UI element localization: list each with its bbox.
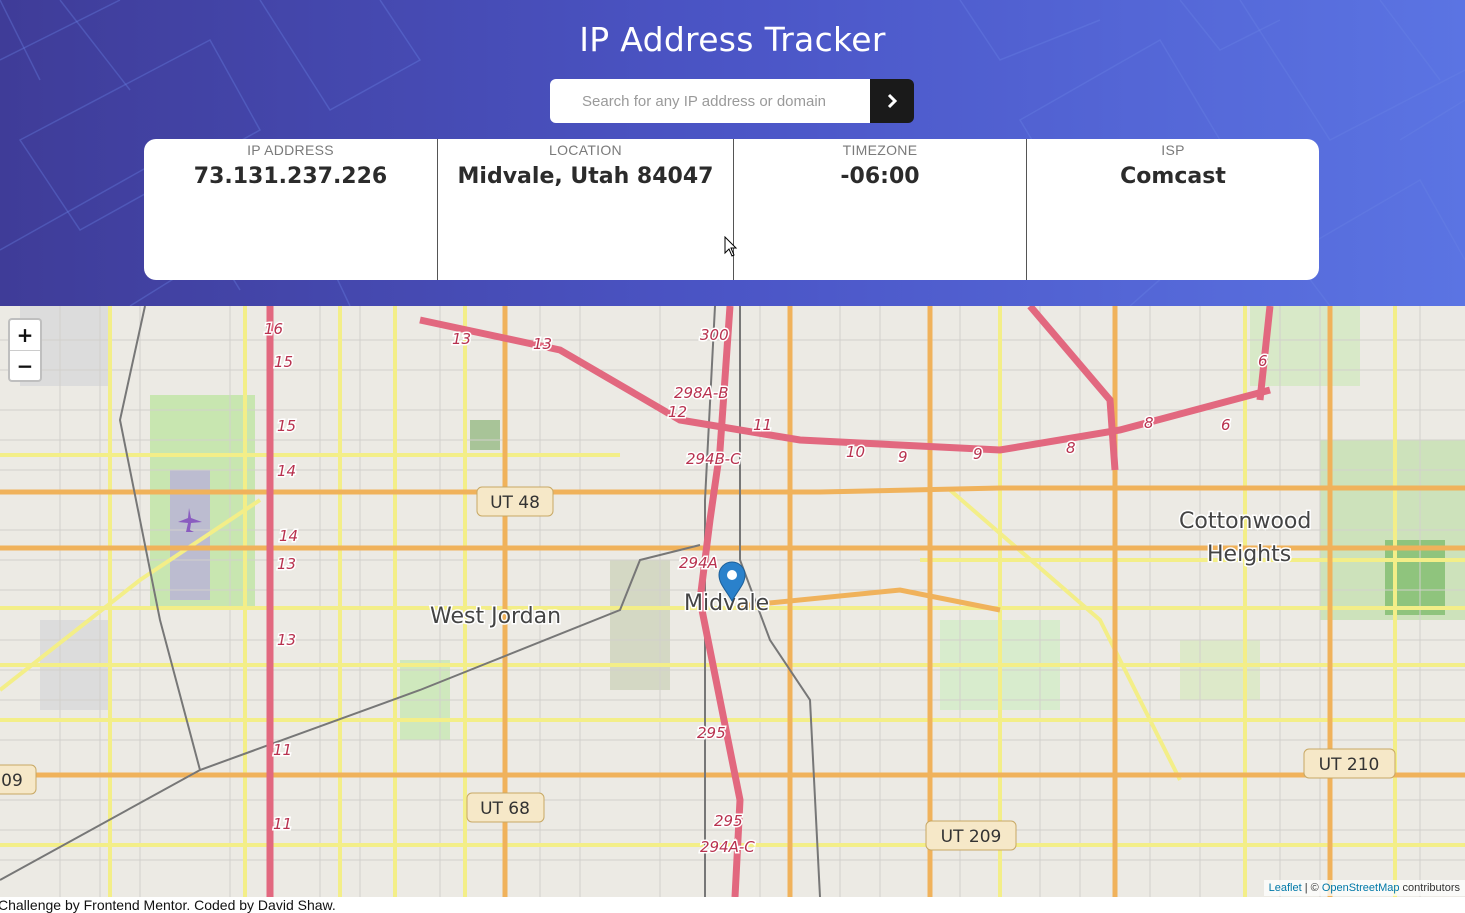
route-label: 10 — [846, 443, 865, 461]
info-label: IP ADDRESS — [247, 142, 334, 158]
place-labels: West Jordan Midvale Cottonwood Heights — [429, 508, 1313, 631]
route-label: 294B-C — [686, 450, 741, 468]
svg-text:UT 210: UT 210 — [1319, 755, 1380, 775]
search-submit-button[interactable] — [870, 79, 914, 123]
openstreetmap-link[interactable]: OpenStreetMap — [1322, 882, 1400, 894]
zoom-in-button[interactable]: + — [10, 320, 40, 350]
search-form — [550, 79, 914, 123]
shield-partial: 09 — [0, 764, 37, 795]
place-label-heights: Heights — [1207, 542, 1291, 567]
attribution-contributors: contributors — [1399, 882, 1460, 894]
route-label: 13 — [452, 330, 471, 348]
route-label: 12 — [668, 403, 687, 421]
map-tiles: West Jordan Midvale Cottonwood Heights 1… — [0, 306, 1465, 897]
info-card: IP ADDRESS 73.131.237.226 LOCATION Midva… — [144, 139, 1319, 280]
info-value: 73.131.237.226 — [193, 164, 388, 189]
route-label: 8 — [1144, 414, 1154, 432]
route-label: 6 — [1258, 352, 1268, 370]
route-label: 15 — [274, 353, 293, 371]
zoom-control: + − — [8, 318, 42, 382]
footer-credit: Challenge by Frontend Mentor. Coded by D… — [0, 897, 336, 913]
leaflet-link[interactable]: Leaflet — [1269, 882, 1302, 894]
route-label: 11 — [273, 815, 292, 833]
search-input[interactable] — [550, 79, 870, 123]
route-label: 9 — [898, 448, 908, 466]
route-label: 13 — [277, 555, 296, 573]
place-label-west-jordan: West Jordan — [430, 604, 561, 629]
info-location: LOCATION Midvale, Utah 84047 — [437, 139, 733, 280]
attribution-separator: | © — [1301, 882, 1322, 894]
chevron-right-icon — [887, 93, 898, 109]
route-label: 13 — [277, 631, 296, 649]
info-label: ISP — [1161, 142, 1185, 158]
route-label: 295 — [697, 724, 726, 742]
map-view[interactable]: West Jordan Midvale Cottonwood Heights 1… — [0, 306, 1465, 897]
route-label: 298A-B — [674, 384, 729, 402]
info-isp: ISP Comcast — [1026, 139, 1319, 280]
route-label: 11 — [273, 741, 292, 759]
route-label: 9 — [973, 445, 983, 463]
route-label: 294A-C — [700, 838, 755, 856]
svg-text:09: 09 — [1, 771, 23, 791]
mouse-cursor-icon — [724, 236, 738, 257]
info-value: Midvale, Utah 84047 — [457, 164, 714, 189]
route-label: 300 — [700, 326, 729, 344]
info-value: Comcast — [1120, 164, 1226, 189]
shield-ut-68: UT 68 — [466, 792, 545, 823]
svg-text:UT 68: UT 68 — [480, 799, 530, 819]
shield-ut-210: UT 210 — [1303, 748, 1396, 779]
route-label: 14 — [279, 527, 298, 545]
svg-text:UT 48: UT 48 — [490, 493, 540, 513]
place-label-cottonwood: Cottonwood — [1179, 509, 1311, 534]
route-label: 13 — [533, 335, 552, 353]
info-timezone: TIMEZONE -06:00 — [733, 139, 1026, 280]
shield-ut-209: UT 209 — [925, 820, 1017, 851]
shield-ut-48: UT 48 — [476, 486, 554, 517]
place-label-midvale: Midvale — [684, 591, 769, 616]
route-label: 6 — [1221, 416, 1231, 434]
page-title: IP Address Tracker — [579, 20, 886, 59]
route-label: 14 — [277, 462, 296, 480]
info-value: -06:00 — [840, 164, 920, 189]
route-label: 11 — [753, 416, 772, 434]
zoom-out-button[interactable]: − — [10, 350, 40, 380]
map-attribution: Leaflet | © OpenStreetMap contributors — [1263, 880, 1465, 896]
route-label: 294A — [679, 554, 718, 572]
info-ip-address: IP ADDRESS 73.131.237.226 — [144, 139, 437, 280]
route-label: 295 — [714, 812, 743, 830]
route-label: 16 — [264, 320, 283, 338]
info-label: LOCATION — [549, 142, 622, 158]
route-label: 8 — [1066, 439, 1076, 457]
svg-text:UT 209: UT 209 — [941, 827, 1002, 847]
info-label: TIMEZONE — [842, 142, 918, 158]
route-label: 15 — [277, 417, 296, 435]
